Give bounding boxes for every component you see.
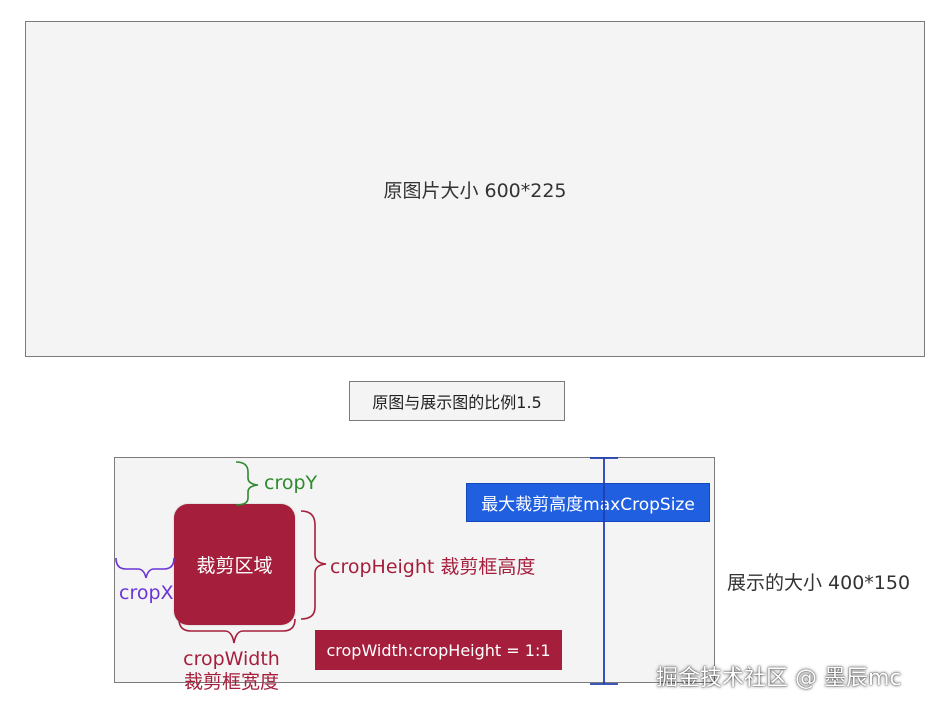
- crop-height-brace: [300, 510, 327, 620]
- crop-width-brace: [178, 618, 296, 644]
- crop-x-brace: [115, 557, 175, 579]
- crop-y-brace: [235, 461, 259, 506]
- watermark: 掘金技术社区 @ 墨辰mc: [656, 666, 902, 691]
- annotation-overlay: [115, 457, 618, 685]
